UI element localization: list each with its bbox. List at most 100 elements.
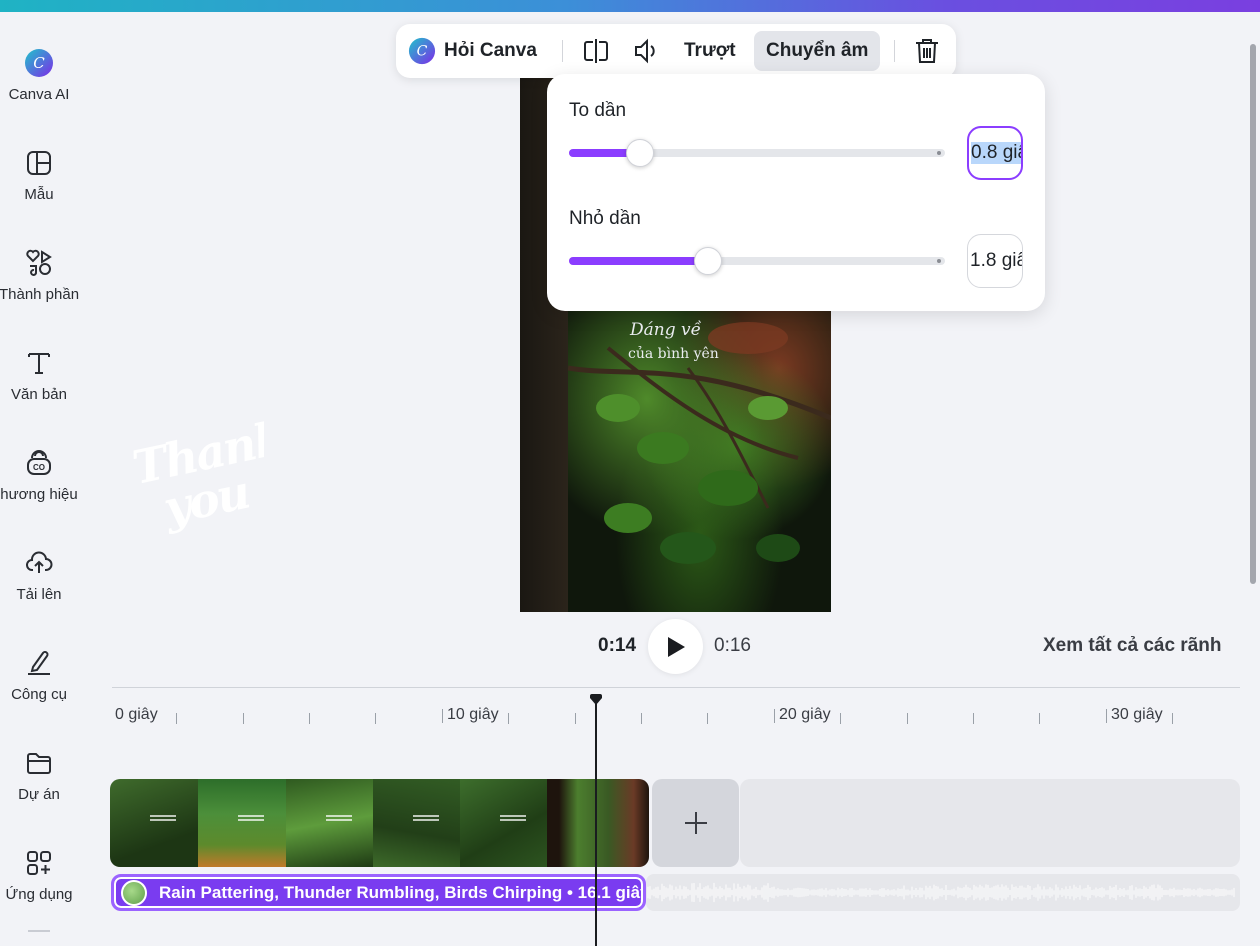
sidebar-item-templates[interactable]: Mẫu <box>0 130 78 222</box>
sidebar-item-label: Mẫu <box>24 186 54 203</box>
fade-out-label: Nhỏ dần <box>569 208 641 229</box>
sidebar-item-uploads[interactable]: Tải lên <box>0 530 78 622</box>
playhead-handle[interactable] <box>589 694 603 706</box>
sidebar-item-label: Thành phần <box>0 286 80 303</box>
audio-transition-label: Chuyển âm <box>766 40 869 61</box>
fade-out-slider-fill <box>569 257 709 265</box>
video-frame-thumbnail <box>198 779 286 867</box>
play-button[interactable] <box>648 619 703 674</box>
ruler-tick <box>243 713 244 724</box>
canva-ai-icon: C <box>24 48 54 78</box>
sidebar-item-label: Tải lên <box>16 586 62 603</box>
slide-label: Trượt <box>684 40 736 61</box>
folder-icon <box>24 748 54 778</box>
slider-end-dot <box>937 151 941 155</box>
text-icon <box>24 348 54 378</box>
top-gradient-bar <box>0 0 1260 12</box>
sidebar-item-brand[interactable]: CO hương hiệu <box>0 430 78 522</box>
ruler-label: 20 giây <box>779 706 831 723</box>
sidebar-item-label: Dự án <box>18 786 60 803</box>
fade-in-value-text: 0.8 giây <box>971 142 1021 164</box>
playhead-line[interactable] <box>595 700 597 946</box>
audio-track-clip[interactable]: Rain Pattering, Thunder Rumbling, Birds … <box>111 874 646 911</box>
svg-text:C: C <box>417 44 428 60</box>
elements-icon <box>24 248 54 278</box>
ruler-tick <box>176 713 177 724</box>
audio-clip-title: Rain Pattering, Thunder Rumbling, Birds … <box>159 882 646 902</box>
vertical-scrollbar[interactable] <box>1250 44 1256 584</box>
video-frame-thumbnail <box>460 779 547 867</box>
audio-transition-button[interactable]: Chuyển âm <box>754 31 881 71</box>
plus-icon <box>684 812 707 834</box>
fade-out-slider[interactable] <box>569 247 945 275</box>
ruler-label: 10 giây <box>447 706 499 723</box>
fade-in-slider-thumb[interactable] <box>626 139 655 167</box>
video-frame-thumbnail <box>373 779 460 867</box>
ruler-tick <box>907 713 908 724</box>
template-icon <box>24 148 54 178</box>
fade-in-label: To dần <box>569 100 627 121</box>
ruler-tick <box>1039 713 1040 724</box>
fade-out-value-input[interactable]: 1.8 giây <box>967 234 1023 288</box>
sidebar-item-label: Ứng dụng <box>5 886 73 903</box>
ruler-tick <box>1106 709 1107 723</box>
ask-canva-button[interactable]: C Hỏi Canva <box>408 31 537 71</box>
ask-canva-label: Hỏi Canva <box>444 40 537 61</box>
add-clip-button[interactable] <box>652 779 739 867</box>
sidebar-item-label: Công cụ <box>11 686 67 703</box>
timeline-top-border <box>112 687 1240 688</box>
fade-out-slider-thumb[interactable] <box>694 247 723 275</box>
toolbar-separator <box>894 40 895 62</box>
canva-ai-icon: C <box>408 37 436 65</box>
audio-lane <box>646 874 1240 911</box>
ruler-tick <box>973 713 974 724</box>
fade-settings-popover: To dần 0.8 giây Nhỏ dần 1.8 giây <box>547 74 1045 311</box>
sidebar-item-canva-ai[interactable]: C Canva AI <box>0 30 78 122</box>
toolbar-separator <box>562 40 563 62</box>
sidebar-item-text[interactable]: Văn bản <box>0 330 78 422</box>
fade-in-value-input[interactable]: 0.8 giây <box>967 126 1023 180</box>
video-frame-thumbnail <box>547 779 649 867</box>
play-icon <box>667 636 685 657</box>
video-track-clip[interactable] <box>110 779 649 867</box>
sidebar-divider <box>28 930 50 932</box>
speaker-icon <box>635 38 655 64</box>
sidebar-item-label: Canva AI <box>8 86 70 103</box>
empty-video-lane <box>740 779 1240 867</box>
canvas-caption-subtitle: của bình yên <box>628 346 719 362</box>
split-button[interactable] <box>582 31 610 71</box>
upload-icon <box>24 548 54 578</box>
sidebar-item-projects[interactable]: Dự án <box>0 730 78 822</box>
brand-icon: CO <box>24 448 54 478</box>
ruler-tick <box>707 713 708 724</box>
fade-out-value-text: 1.8 giây <box>970 250 1022 271</box>
fade-in-slider[interactable] <box>569 139 945 167</box>
ruler-label: 30 giây <box>1111 706 1163 723</box>
delete-button[interactable] <box>914 31 940 71</box>
canvas-caption-title: Dáng về <box>630 320 702 340</box>
ruler-tick <box>309 713 310 724</box>
trash-icon <box>916 39 938 63</box>
current-time: 0:14 <box>598 635 637 656</box>
audio-waveform <box>647 882 1235 903</box>
volume-button[interactable] <box>632 31 660 71</box>
slider-end-dot <box>937 259 941 263</box>
ruler-tick <box>575 713 576 724</box>
slide-button[interactable]: Trượt <box>684 31 736 71</box>
svg-text:C: C <box>33 54 45 72</box>
sidebar-item-label: hương hiệu <box>0 486 78 503</box>
apps-icon <box>24 848 54 878</box>
video-frame-thumbnail <box>286 779 373 867</box>
see-all-tracks-link[interactable]: Xem tất cả các rãnh <box>1043 635 1221 657</box>
audio-clip-thumbnail <box>121 879 147 906</box>
sidebar-item-tools[interactable]: Công cụ <box>0 630 78 722</box>
video-frame-thumbnail <box>110 779 198 867</box>
total-time: 0:16 <box>714 635 751 656</box>
sidebar-item-elements[interactable]: Thành phần <box>0 230 80 322</box>
ruler-tick <box>508 713 509 724</box>
thank-you-sticker[interactable]: Thank you <box>124 414 264 534</box>
sidebar-item-apps[interactable]: Ứng dụng <box>0 830 78 922</box>
sidebar-item-label: Văn bản <box>11 386 67 403</box>
ruler-tick <box>1172 713 1173 724</box>
ruler-tick <box>442 709 443 723</box>
